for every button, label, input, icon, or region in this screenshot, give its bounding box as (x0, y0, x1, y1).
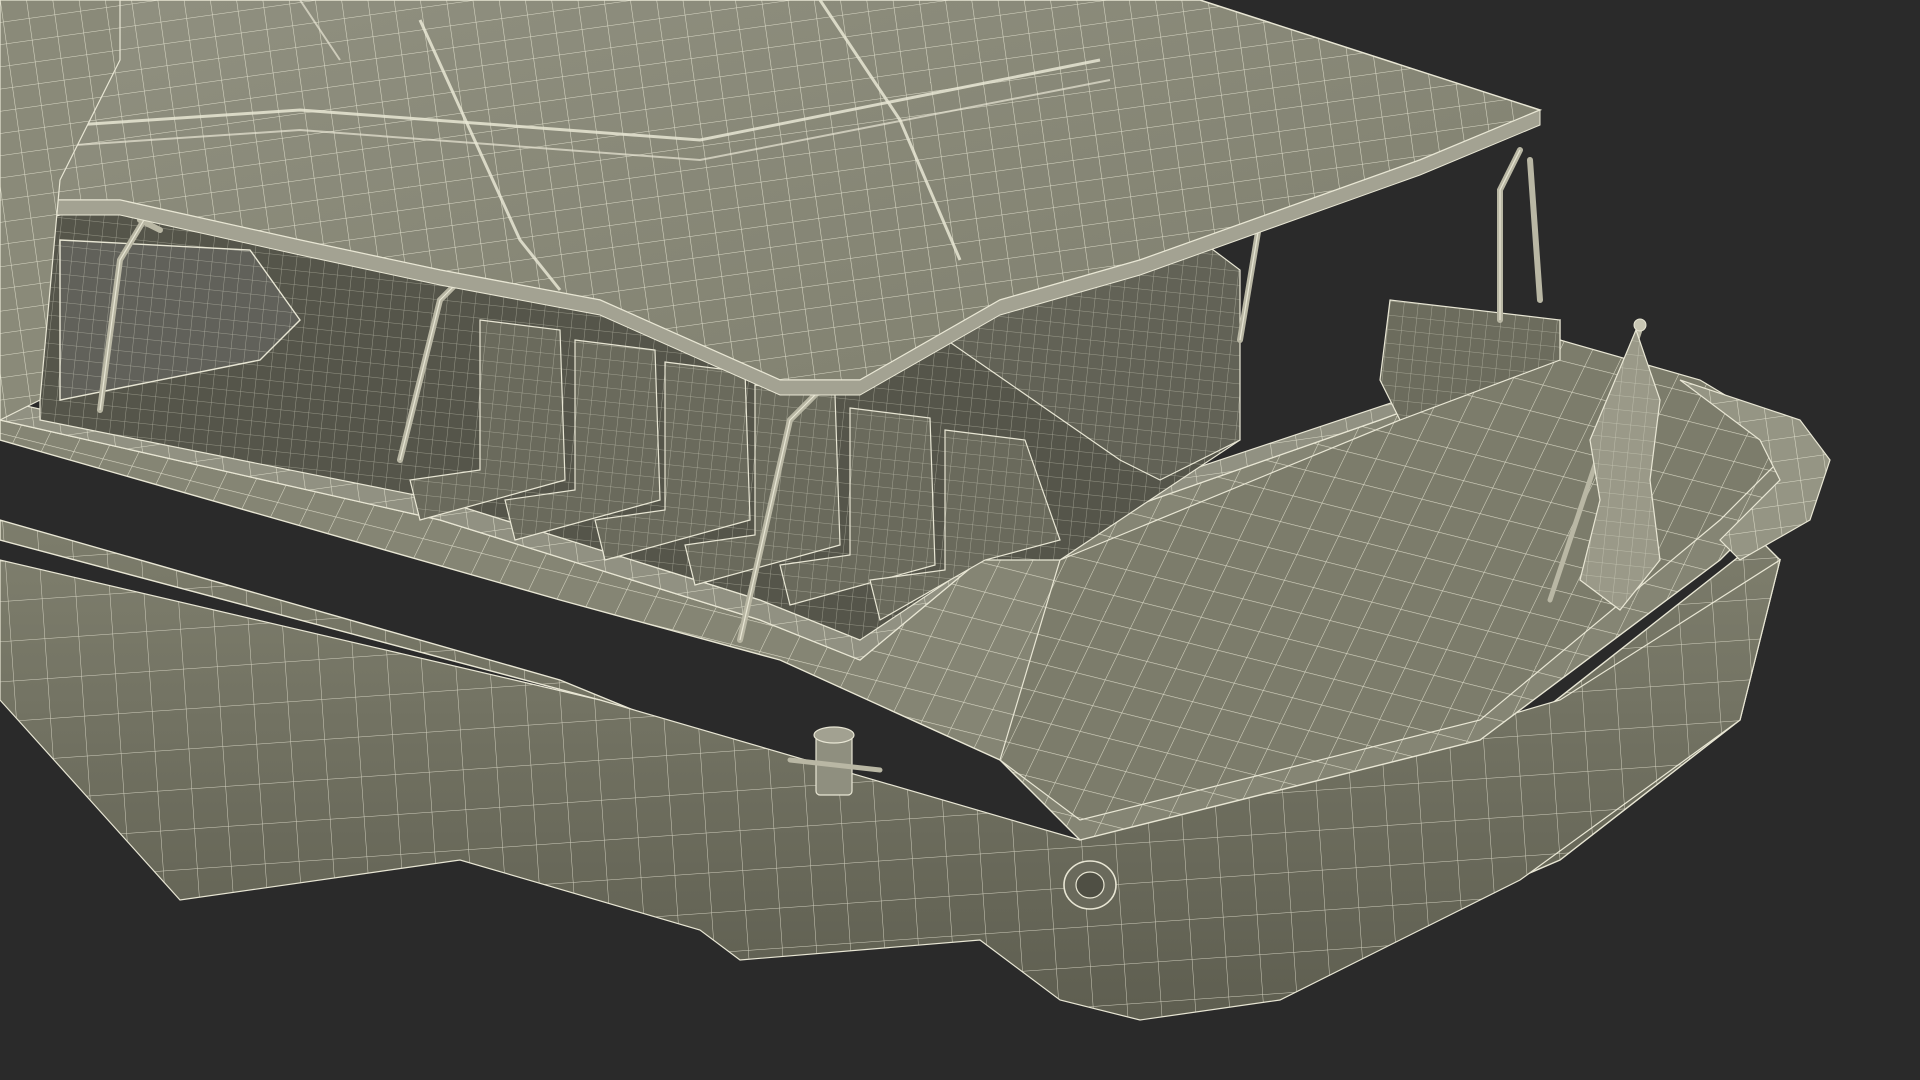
boat-model (0, 0, 1831, 1021)
stern-porthole (1063, 860, 1117, 910)
render-viewport (0, 0, 1920, 1080)
